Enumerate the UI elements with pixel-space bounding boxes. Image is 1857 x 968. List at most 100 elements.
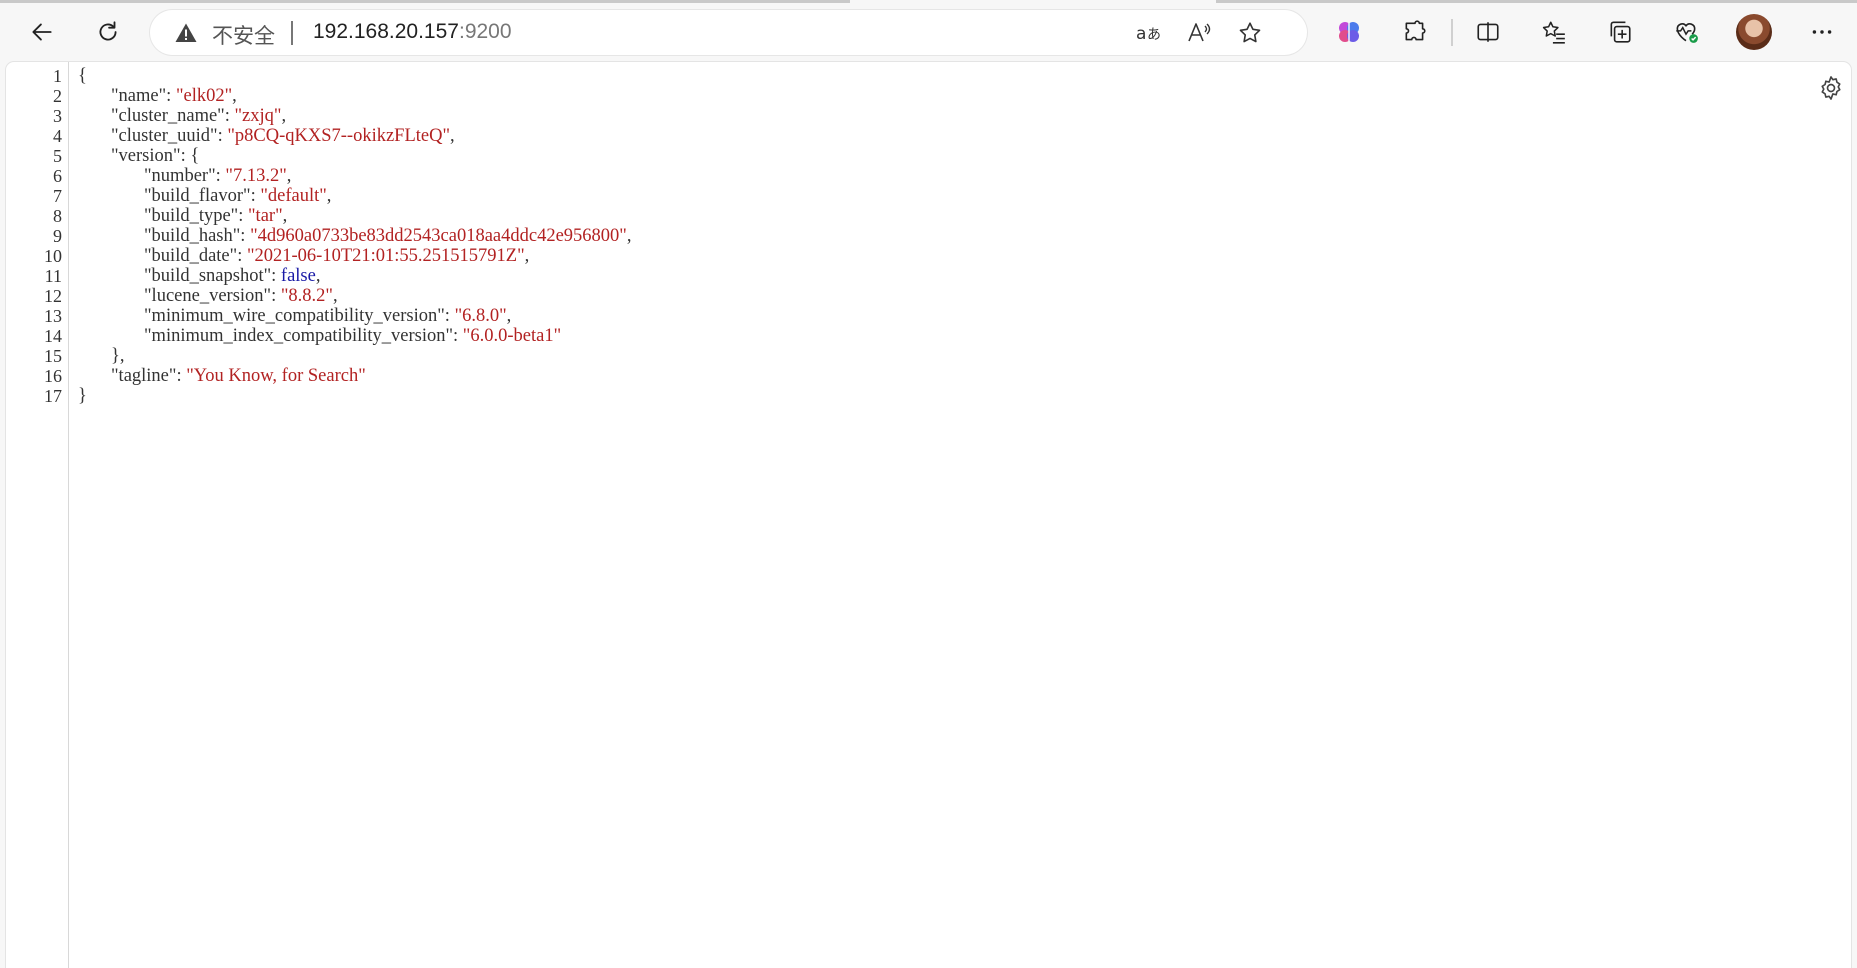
- code-line: 4 "cluster_uuid": "p8CQ-qKXS7--okikzFLteQ…: [6, 126, 631, 146]
- code-text: "minimum_wire_compatibility_version": "6…: [68, 306, 511, 326]
- json-key: "build_type": [144, 206, 239, 226]
- json-string-value: "6.8.0": [454, 306, 507, 326]
- line-number: 13: [44, 306, 62, 326]
- favorite-button[interactable]: [1235, 18, 1265, 48]
- back-button[interactable]: [22, 12, 62, 52]
- json-key: "build_snapshot": [144, 266, 272, 286]
- json-punctuation: :: [237, 246, 247, 266]
- json-punctuation: {: [78, 66, 87, 86]
- line-number: 11: [44, 266, 62, 286]
- url-host: 192.168.20.157: [313, 20, 459, 43]
- tab-strip-segment: [0, 0, 850, 3]
- line-number: 15: [44, 346, 62, 366]
- collections-button[interactable]: [1600, 12, 1640, 52]
- json-punctuation: :: [166, 86, 176, 106]
- json-key: "build_date": [144, 246, 238, 266]
- browser-toolbar: 不安全 192.168.20.157:9200 a あ: [0, 0, 1857, 62]
- json-string-value: "You Know, for Search": [186, 366, 366, 386]
- code-line: 15},: [6, 346, 631, 366]
- json-boolean-value: false: [280, 266, 316, 286]
- address-divider: [291, 21, 293, 45]
- json-key: "cluster_name": [111, 106, 225, 126]
- code-line: 10 "build_date": "2021-06-10T21:01:55.251…: [6, 246, 631, 266]
- json-string-value: "8.8.2": [280, 286, 333, 306]
- json-punctuation: ,: [232, 86, 237, 106]
- code-text: "cluster_uuid": "p8CQ-qKXS7--okikzFLteQ"…: [68, 126, 455, 146]
- line-number: 7: [53, 186, 62, 206]
- json-punctuation: :: [444, 306, 455, 326]
- code-text: "build_snapshot": false,: [68, 266, 320, 286]
- code-line: 8 "build_type": "tar",: [6, 206, 631, 226]
- line-number: 9: [53, 226, 62, 246]
- code-text: "number": "7.13.2",: [68, 166, 291, 186]
- line-number: 16: [44, 366, 62, 386]
- code-text: "build_flavor": "default",: [68, 186, 331, 206]
- json-punctuation: ,: [506, 306, 512, 326]
- json-punctuation: ,: [450, 126, 455, 146]
- json-punctuation: :: [176, 366, 187, 386]
- settings-gear-icon[interactable]: [1817, 74, 1845, 102]
- read-aloud-icon: [1188, 23, 1211, 42]
- address-bar[interactable]: 不安全 192.168.20.157:9200 a あ: [150, 10, 1307, 55]
- read-aloud-button[interactable]: [1184, 18, 1214, 48]
- code-line: 12 "lucene_version": "8.8.2",: [6, 286, 631, 306]
- favorites-list-icon: [1542, 21, 1565, 44]
- json-punctuation: ,: [281, 106, 287, 126]
- json-punctuation: ,: [332, 286, 338, 306]
- line-number: 4: [53, 126, 62, 146]
- star-icon: [1239, 22, 1261, 43]
- heart-pulse-icon: [1676, 23, 1698, 43]
- copilot-button[interactable]: [1329, 12, 1369, 52]
- line-number: 2: [53, 86, 62, 106]
- url-text[interactable]: 192.168.20.157:9200: [313, 20, 512, 44]
- code-line: 11 "build_snapshot": false,: [6, 266, 631, 286]
- json-punctuation: :: [215, 166, 226, 186]
- copilot-brain-icon: [1339, 22, 1359, 42]
- split-screen-icon: [1477, 22, 1499, 42]
- code-line: 1{: [6, 66, 631, 86]
- json-punctuation: ,: [286, 166, 292, 186]
- code-text: "name": "elk02",: [68, 86, 237, 106]
- json-punctuation: ,: [315, 266, 321, 286]
- code-text: "build_date": "2021-06-10T21:01:55.25151…: [68, 246, 529, 266]
- code-text: "version": {: [68, 146, 199, 166]
- arrow-left-icon: [32, 23, 52, 41]
- code-line: 14 "minimum_index_compatibility_version":…: [6, 326, 631, 346]
- more-menu-button[interactable]: [1802, 12, 1842, 52]
- json-punctuation: ,: [326, 186, 332, 206]
- warning-icon[interactable]: [174, 21, 198, 45]
- json-punctuation: :: [250, 186, 261, 206]
- json-key: "number": [144, 166, 216, 186]
- json-punctuation: ,: [282, 206, 288, 226]
- tab-strip-segment: [1216, 0, 1857, 3]
- translate-button[interactable]: a あ: [1133, 18, 1163, 48]
- json-punctuation: :: [238, 206, 248, 226]
- profile-avatar[interactable]: [1736, 14, 1772, 50]
- refresh-button[interactable]: [88, 12, 128, 52]
- json-viewer: 1{2 "name": "elk02", 3 "cluster_name": "zxj…: [6, 66, 631, 406]
- code-text: }: [68, 386, 87, 406]
- browser-essentials-button[interactable]: [1666, 12, 1706, 52]
- json-punctuation: :: [271, 266, 281, 286]
- extensions-button[interactable]: [1395, 12, 1435, 52]
- security-status-label[interactable]: 不安全: [212, 20, 275, 50]
- split-screen-button[interactable]: [1468, 12, 1508, 52]
- json-string-value: "elk02": [175, 86, 233, 106]
- json-key: "version": [111, 146, 181, 166]
- puzzle-icon: [1405, 20, 1426, 41]
- code-text: "build_type": "tar",: [68, 206, 287, 226]
- json-punctuation: :: [271, 286, 281, 306]
- code-text: "cluster_name": "zxjq",: [68, 106, 286, 126]
- json-string-value: "zxjq": [234, 106, 282, 126]
- json-key: "lucene_version": [144, 286, 272, 306]
- refresh-icon: [99, 21, 117, 41]
- line-number: 1: [53, 66, 62, 86]
- json-key: "build_flavor": [144, 186, 251, 206]
- favorites-button[interactable]: [1534, 12, 1574, 52]
- code-line: 5 "version": {: [6, 146, 631, 166]
- line-number: 12: [44, 286, 62, 306]
- code-text: {: [68, 66, 87, 86]
- tab-strip: [0, 0, 1857, 4]
- json-key: "minimum_index_compatibility_version": [144, 326, 454, 346]
- toolbar-divider: [1451, 19, 1453, 46]
